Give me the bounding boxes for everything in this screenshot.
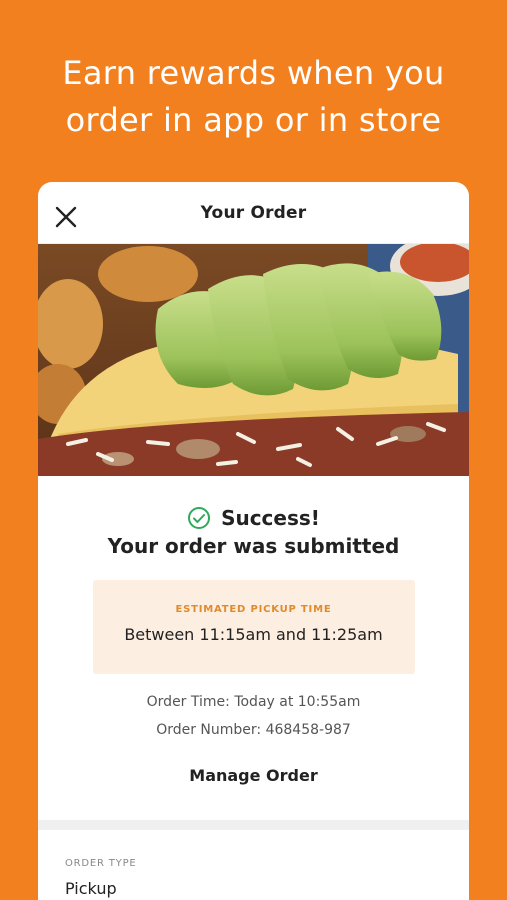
food-image bbox=[38, 244, 469, 476]
pickup-time-label: ESTIMATED PICKUP TIME bbox=[175, 604, 332, 615]
close-icon[interactable] bbox=[54, 205, 78, 229]
promo-line-2: order in app or in store bbox=[65, 101, 442, 139]
success-row: Success! bbox=[38, 506, 469, 530]
success-title: Success! bbox=[221, 506, 320, 530]
order-number: Order Number: 468458-987 bbox=[156, 722, 351, 738]
manage-order-button[interactable]: Manage Order bbox=[38, 766, 469, 785]
submitted-message: Your order was submitted bbox=[107, 534, 400, 558]
card-title: Your Order bbox=[200, 202, 307, 223]
pickup-time-value: Between 11:15am and 11:25am bbox=[124, 625, 383, 644]
order-type-label: ORDER TYPE bbox=[65, 858, 137, 869]
promo-headline: Earn rewards when you order in app or in… bbox=[0, 50, 507, 144]
order-time: Order Time: Today at 10:55am bbox=[146, 694, 361, 710]
check-circle-icon bbox=[188, 507, 211, 529]
pickup-time-box: ESTIMATED PICKUP TIME Between 11:15am an… bbox=[92, 580, 415, 674]
card-header: Your Order bbox=[38, 182, 469, 244]
section-divider bbox=[38, 820, 469, 830]
promo-line-1: Earn rewards when you bbox=[62, 54, 445, 92]
order-type-value: Pickup bbox=[65, 879, 117, 898]
order-card: Your Order Success! Your order was submi… bbox=[38, 182, 469, 900]
